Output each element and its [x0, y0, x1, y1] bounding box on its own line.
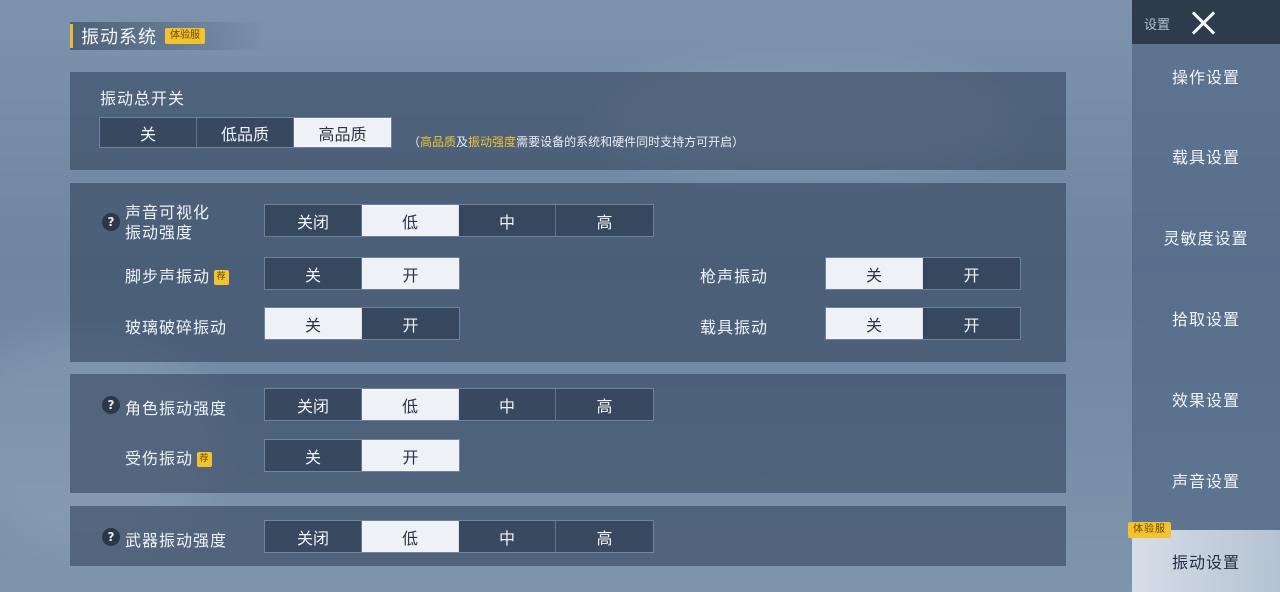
vehicle-option-off[interactable]: 关: [826, 308, 923, 339]
weapon-option-off[interactable]: 关闭: [265, 521, 362, 552]
master-option-low[interactable]: 低品质: [197, 118, 294, 147]
note-paren-open: （: [408, 135, 421, 149]
character-option-off[interactable]: 关闭: [265, 389, 362, 420]
weapon-vibration-panel: ? 武器振动强度 关闭 低 中 高: [70, 506, 1066, 566]
footstep-option-on[interactable]: 开: [362, 258, 459, 289]
hurt-label-text: 受伤振动: [125, 449, 194, 468]
help-icon[interactable]: ?: [102, 396, 120, 414]
footstep-label-text: 脚步声振动: [125, 267, 211, 286]
master-option-high[interactable]: 高品质: [294, 118, 391, 147]
character-label: 角色振动强度: [125, 399, 228, 418]
help-icon[interactable]: ?: [102, 213, 120, 231]
footstep-toggle: 关 开: [264, 257, 460, 290]
close-icon[interactable]: [1188, 8, 1218, 38]
recommend-badge: 荐: [214, 270, 230, 285]
hurt-option-on[interactable]: 开: [362, 440, 459, 471]
note-highlight-quality: 高品质: [420, 135, 457, 149]
weapon-intensity-control: 关闭 低 中 高: [264, 520, 654, 553]
glass-toggle: 关 开: [264, 307, 460, 340]
sidebar-item-pickup[interactable]: 拾取设置: [1132, 278, 1280, 358]
gunshot-option-off[interactable]: 关: [826, 258, 923, 289]
footstep-option-off[interactable]: 关: [265, 258, 362, 289]
gunshot-toggle: 关 开: [825, 257, 1021, 290]
master-switch-panel: 振动总开关 关 低品质 高品质 （高品质及振动强度需要设备的系统和硬件同时支持方…: [70, 72, 1066, 170]
weapon-option-high[interactable]: 高: [556, 521, 653, 552]
header-accent-bar: [70, 24, 73, 48]
sidebar-item-sensitivity[interactable]: 灵敏度设置: [1132, 197, 1280, 277]
weapon-label: 武器振动强度: [125, 531, 228, 550]
hurt-label: 受伤振动荐: [125, 445, 213, 469]
recommend-badge: 荐: [197, 452, 213, 467]
gunshot-option-on[interactable]: 开: [923, 258, 1020, 289]
note-text: 需要设备的系统和硬件同时支持方可开启: [516, 135, 733, 149]
sound-vibration-panel: ? 声音可视化 振动强度 关闭 低 中 高 脚步声振动荐 关 开 玻璃破碎振动 …: [70, 183, 1066, 362]
page-title: 振动系统: [81, 27, 157, 48]
master-option-off[interactable]: 关: [100, 118, 197, 147]
test-server-badge: 体验服: [1128, 522, 1171, 538]
sidebar-item-sound[interactable]: 声音设置: [1132, 440, 1280, 520]
master-switch-note: （高品质及振动强度需要设备的系统和硬件同时支持方可开启）: [408, 133, 744, 150]
sound-intensity-control: 关闭 低 中 高: [264, 204, 654, 237]
sidebar-item-vibration[interactable]: 体验服 振动设置: [1128, 522, 1280, 592]
vehicle-toggle: 关 开: [825, 307, 1021, 340]
character-option-low[interactable]: 低: [362, 389, 459, 420]
help-icon[interactable]: ?: [102, 528, 120, 546]
sound-option-mid[interactable]: 中: [459, 205, 556, 236]
gunshot-label: 枪声振动: [700, 267, 769, 286]
section-header: 振动系统 体验服: [70, 22, 266, 50]
master-switch-control: 关 低品质 高品质: [99, 117, 392, 148]
sidebar-title: 设置: [1144, 18, 1171, 33]
note-paren-close: ）: [732, 135, 745, 149]
sound-visual-label: 声音可视化 振动强度: [125, 203, 211, 242]
note-connector: 及: [456, 135, 469, 149]
glass-option-off[interactable]: 关: [265, 308, 362, 339]
weapon-option-low[interactable]: 低: [362, 521, 459, 552]
character-option-mid[interactable]: 中: [459, 389, 556, 420]
sound-option-low[interactable]: 低: [362, 205, 459, 236]
sidebar-item-controls[interactable]: 操作设置: [1132, 36, 1280, 116]
sidebar-item-label: 振动设置: [1171, 553, 1240, 572]
character-intensity-control: 关闭 低 中 高: [264, 388, 654, 421]
master-switch-label: 振动总开关: [100, 89, 186, 108]
sidebar-item-vehicle[interactable]: 载具设置: [1132, 116, 1280, 196]
weapon-option-mid[interactable]: 中: [459, 521, 556, 552]
note-highlight-intensity: 振动强度: [468, 135, 517, 149]
hurt-option-off[interactable]: 关: [265, 440, 362, 471]
glass-label: 玻璃破碎振动: [125, 318, 228, 337]
sound-option-high[interactable]: 高: [556, 205, 653, 236]
hurt-toggle: 关 开: [264, 439, 460, 472]
settings-sidebar: 设置 操作设置 载具设置 灵敏度设置 拾取设置 效果设置 声音设置 体验服 振动…: [1128, 0, 1280, 592]
footstep-label: 脚步声振动荐: [125, 263, 230, 287]
sound-option-off[interactable]: 关闭: [265, 205, 362, 236]
character-option-high[interactable]: 高: [556, 389, 653, 420]
glass-option-on[interactable]: 开: [362, 308, 459, 339]
test-server-badge: 体验服: [165, 28, 205, 44]
vehicle-label: 载具振动: [700, 318, 769, 337]
sidebar-item-effects[interactable]: 效果设置: [1132, 359, 1280, 439]
vehicle-option-on[interactable]: 开: [923, 308, 1020, 339]
character-vibration-panel: ? 角色振动强度 关闭 低 中 高 受伤振动荐 关 开: [70, 374, 1066, 493]
